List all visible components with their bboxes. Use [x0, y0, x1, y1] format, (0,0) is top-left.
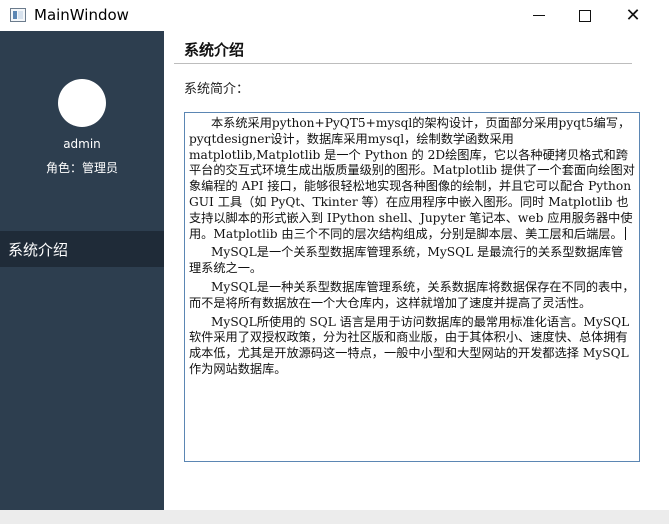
- section-label: 系统简介：: [184, 82, 250, 97]
- title-divider: [174, 63, 632, 64]
- intro-paragraph: MySQL是一种关系型数据库管理系统，关系数据库将数据保存在不同的表中，而不是将…: [189, 279, 635, 310]
- avatar: [58, 79, 106, 127]
- close-button[interactable]: ✕: [610, 0, 656, 31]
- role-label: 角色：管理员: [45, 161, 118, 175]
- maximize-icon: [579, 9, 591, 22]
- sidebar-item-system-intro[interactable]: 系统介绍: [0, 231, 164, 267]
- window-title: MainWindow: [34, 6, 129, 24]
- maximize-button[interactable]: [562, 0, 608, 31]
- system-intro-textarea[interactable]: 本系统采用python+PyQT5+mysql的架构设计，页面部分采用pyqt5…: [184, 112, 640, 462]
- intro-paragraph: 本系统采用python+PyQT5+mysql的架构设计，页面部分采用pyqt5…: [189, 116, 635, 241]
- sidebar: admin 角色：管理员 系统介绍: [0, 31, 164, 510]
- intro-paragraph: MySQL所使用的 SQL 语言是用于访问数据库的最常用标准化语言。MySQL …: [189, 314, 630, 376]
- minimize-icon: [533, 15, 545, 16]
- intro-paragraph: MySQL是一个关系型数据库管理系统，MySQL 是最流行的关系型数据库管理系统…: [189, 245, 624, 276]
- sidebar-item-label: 系统介绍: [8, 240, 69, 259]
- close-icon: ✕: [625, 4, 641, 26]
- app-window-icon: [10, 8, 26, 22]
- page-title: 系统介绍: [184, 41, 245, 59]
- text-caret: [624, 226, 626, 240]
- main-panel: 系统介绍 系统简介： 本系统采用python+PyQT5+mysql的架构设计，…: [164, 31, 669, 510]
- minimize-button[interactable]: [516, 0, 562, 31]
- window-bottom-edge: [0, 510, 669, 524]
- title-bar[interactable]: MainWindow ✕: [0, 0, 669, 31]
- username-label: admin: [63, 137, 101, 151]
